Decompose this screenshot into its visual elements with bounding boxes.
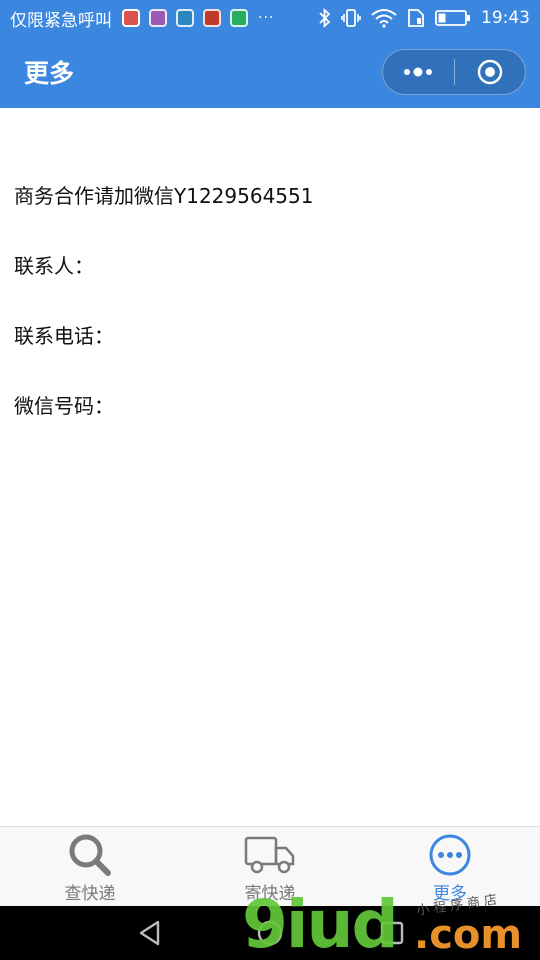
business-cooperation-text: 商务合作请加微信Y1229564551 bbox=[14, 184, 314, 208]
close-mini-program-button[interactable] bbox=[455, 50, 526, 94]
truck-icon bbox=[244, 836, 295, 874]
tab-label: 更多 bbox=[433, 884, 467, 904]
tab-send-express[interactable]: 寄快递 bbox=[210, 831, 330, 904]
contact-person-label: 联系人： bbox=[14, 254, 94, 278]
notification-icon bbox=[149, 9, 167, 27]
back-button[interactable] bbox=[136, 919, 164, 951]
wifi-icon bbox=[371, 8, 397, 28]
home-button[interactable] bbox=[256, 919, 284, 951]
back-icon bbox=[139, 920, 160, 946]
mini-program-capsule bbox=[382, 49, 526, 95]
target-icon bbox=[477, 59, 502, 85]
tab-more[interactable]: 更多 bbox=[390, 831, 510, 904]
recents-icon bbox=[380, 921, 404, 945]
page-title: 更多 bbox=[24, 59, 75, 88]
notification-icon bbox=[176, 9, 194, 27]
notification-icon bbox=[230, 9, 248, 27]
clock: 19:43 bbox=[481, 8, 530, 28]
search-icon bbox=[69, 834, 111, 876]
more-options-button[interactable] bbox=[383, 50, 454, 94]
bluetooth-icon bbox=[319, 8, 331, 28]
dots-icon bbox=[404, 67, 433, 77]
sim-icon bbox=[407, 8, 425, 28]
carrier-text: 仅限紧急呼叫 bbox=[10, 10, 112, 31]
status-bar: 仅限紧急呼叫 ··· 19:43 bbox=[0, 0, 540, 36]
tab-label: 寄快递 bbox=[244, 884, 296, 904]
main-content: 商务合作请加微信Y1229564551 联系人： 联系电话： 微信号码： bbox=[14, 180, 313, 460]
nav-bar: 更多 bbox=[0, 36, 540, 108]
notification-icon bbox=[122, 9, 140, 27]
contact-phone-label: 联系电话： bbox=[14, 324, 114, 348]
more-icon bbox=[429, 834, 471, 876]
notification-icon bbox=[203, 9, 221, 27]
battery-icon bbox=[435, 9, 471, 27]
overflow-dots: ··· bbox=[258, 10, 275, 26]
recents-button[interactable] bbox=[378, 919, 406, 951]
tab-bar: 查快递 寄快递 更多 bbox=[0, 826, 540, 906]
tab-label: 查快递 bbox=[64, 884, 116, 904]
wechat-id-label: 微信号码： bbox=[14, 394, 114, 418]
tab-query-express[interactable]: 查快递 bbox=[30, 831, 150, 904]
notification-icons bbox=[122, 9, 248, 27]
system-nav-bar bbox=[0, 906, 540, 960]
home-icon bbox=[257, 920, 283, 946]
vibrate-icon bbox=[341, 8, 361, 28]
